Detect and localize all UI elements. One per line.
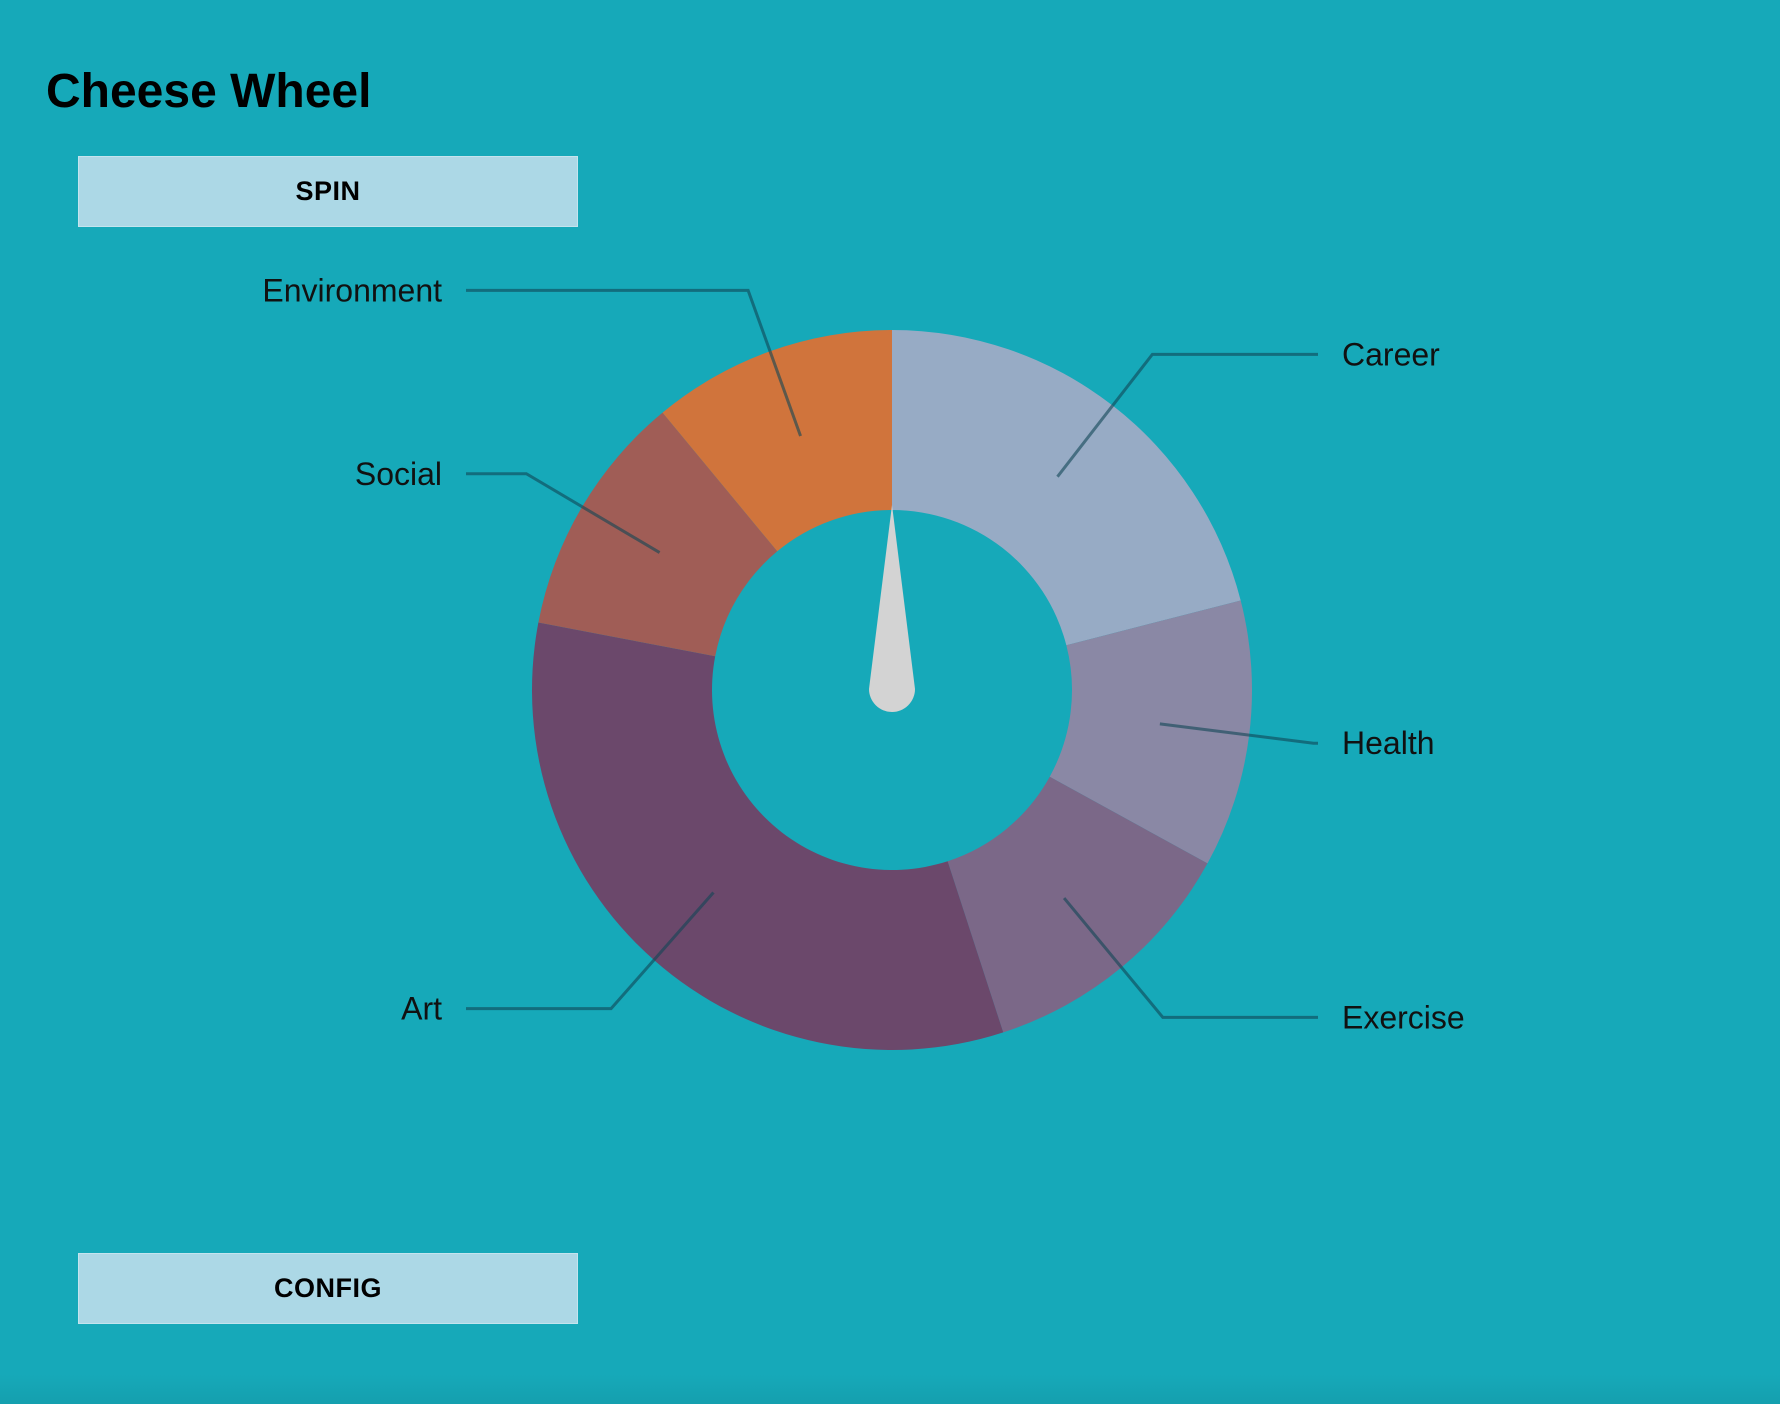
cheese-wheel-chart[interactable]: Career Health Exercise Art Social Environment: [0, 0, 1780, 1404]
config-button[interactable]: CONFIG: [78, 1253, 578, 1324]
bottom-edge-shade: [0, 1374, 1780, 1404]
label-exercise: Exercise: [1342, 999, 1465, 1035]
label-environment: Environment: [262, 272, 442, 308]
label-health: Health: [1342, 725, 1435, 761]
wheel-pointer: [869, 505, 915, 712]
pointer-needle: [869, 505, 915, 712]
slice-career: [892, 330, 1241, 646]
label-career: Career: [1342, 336, 1440, 372]
label-social: Social: [355, 456, 442, 492]
slice-art: [531, 622, 1004, 1050]
label-art: Art: [401, 991, 442, 1027]
